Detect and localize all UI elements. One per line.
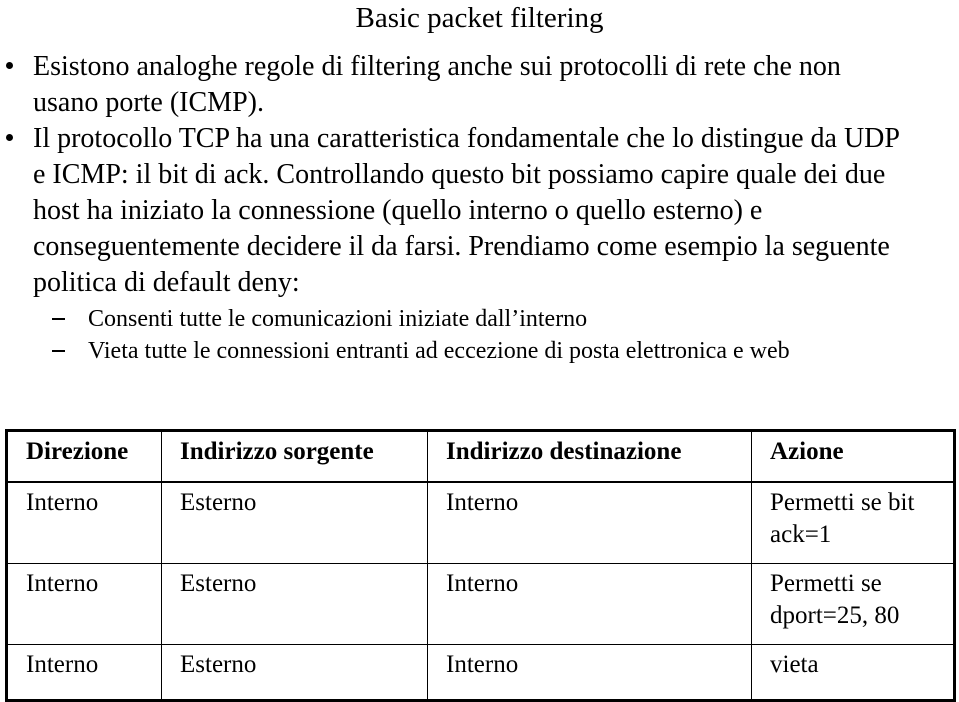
sub-bullet-item-1: Consenti tutte le comunicazioni iniziate…	[0, 303, 959, 335]
cell-direzione: Interno	[6, 644, 162, 701]
table-header-row: Direzione Indirizzo sorgente Indirizzo d…	[6, 430, 955, 483]
cell-destinazione: Interno	[427, 563, 752, 645]
cell-azione-line-1: vieta	[770, 651, 819, 678]
bullet-1-line-2: usano porte (ICMP).	[33, 87, 264, 118]
cell-azione-line-1: Permetti se bit	[770, 489, 915, 516]
bullet-2-line-5: politica di default deny:	[33, 267, 300, 298]
sub-bullet-item-2: Vieta tutte le connessioni entranti ad e…	[0, 335, 959, 367]
bullet-dot-icon	[6, 134, 13, 141]
cell-azione: vieta	[751, 644, 955, 701]
cell-azione: Permetti se bit ack=1	[751, 481, 955, 564]
column-header-azione: Azione	[751, 430, 955, 483]
bullet-list: Esistono analoghe regole di filtering an…	[0, 49, 959, 367]
dash-bullet-icon	[52, 350, 65, 352]
table-row: Interno Esterno Interno Permetti se bit …	[6, 481, 955, 564]
cell-sorgente: Esterno	[161, 481, 428, 564]
sub-bullet-1-label: Consenti tutte le comunicazioni iniziate…	[88, 306, 588, 332]
firewall-rules-table: Direzione Indirizzo sorgente Indirizzo d…	[5, 429, 956, 702]
table-row: Interno Esterno Interno vieta	[6, 644, 955, 701]
slide-canvas: Basic packet filtering Esistono analoghe…	[0, 0, 959, 702]
cell-azione: Permetti se dport=25, 80	[751, 563, 955, 645]
cell-azione-line-2: ack=1	[770, 521, 832, 548]
sub-bullet-list: Consenti tutte le comunicazioni iniziate…	[0, 303, 959, 367]
column-header-direzione: Direzione	[6, 430, 162, 483]
cell-azione-line-2: dport=25, 80	[770, 602, 900, 629]
bullet-2-line-3: host ha iniziato la connessione (quello …	[33, 195, 763, 226]
bullet-item-1: Esistono analoghe regole di filtering an…	[0, 49, 959, 121]
dash-bullet-icon	[52, 318, 65, 320]
cell-destinazione: Interno	[427, 481, 752, 564]
bullet-2-line-1: Il protocollo TCP ha una caratteristica …	[33, 123, 900, 154]
bullet-dot-icon	[6, 62, 13, 69]
cell-sorgente: Esterno	[161, 644, 428, 701]
bullet-1-line-1: Esistono analoghe regole di filtering an…	[33, 51, 841, 82]
sub-bullet-2-label: Vieta tutte le connessioni entranti ad e…	[88, 338, 790, 364]
bullet-2-line-2: e ICMP: il bit di ack. Controllando ques…	[33, 159, 886, 190]
cell-sorgente: Esterno	[161, 563, 428, 645]
cell-direzione: Interno	[6, 563, 162, 645]
bullet-item-2: Il protocollo TCP ha una caratteristica …	[0, 121, 959, 301]
bullet-2-line-4: conseguentemente decidere il da farsi. P…	[33, 231, 890, 262]
column-header-indirizzo-sorgente: Indirizzo sorgente	[161, 430, 428, 483]
cell-destinazione: Interno	[427, 644, 752, 701]
table-row: Interno Esterno Interno Permetti se dpor…	[6, 563, 955, 645]
column-header-indirizzo-destinazione: Indirizzo destinazione	[427, 430, 752, 483]
page-title: Basic packet filtering	[355, 2, 604, 34]
cell-direzione: Interno	[6, 481, 162, 564]
cell-azione-line-1: Permetti se	[770, 570, 882, 597]
